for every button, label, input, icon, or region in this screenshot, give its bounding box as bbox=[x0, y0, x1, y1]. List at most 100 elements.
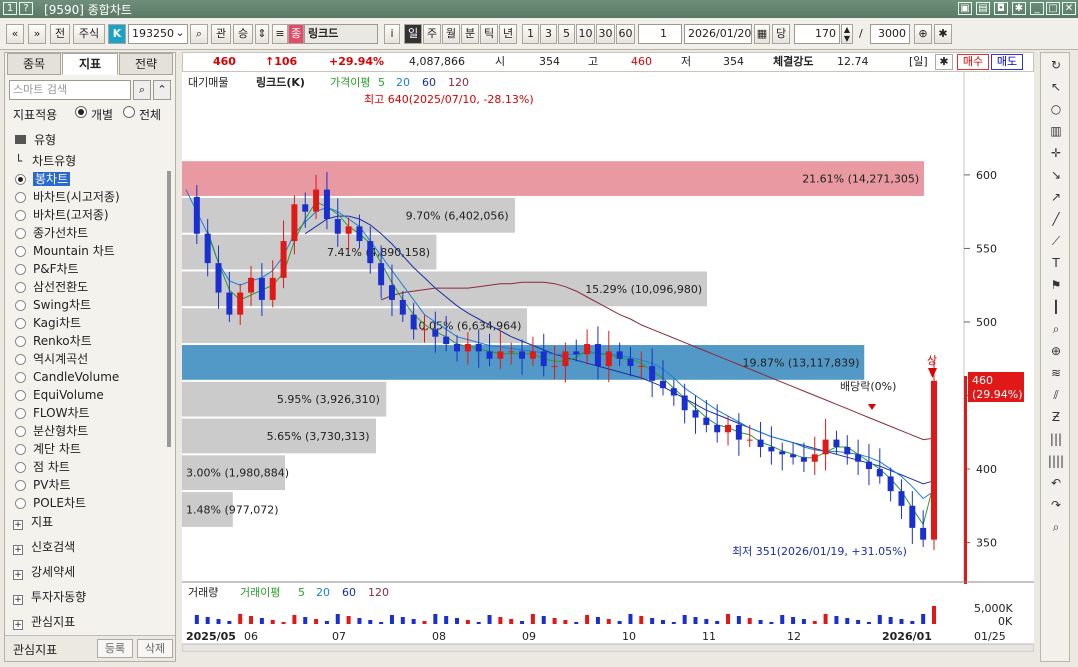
period-week-button[interactable]: 주 bbox=[423, 24, 441, 44]
search-icon[interactable]: ⌕ bbox=[133, 80, 151, 100]
chart-type-item[interactable]: PV차트 bbox=[15, 477, 71, 494]
gear-icon[interactable]: ✱ bbox=[934, 24, 952, 44]
current-button[interactable]: 당 bbox=[772, 24, 790, 44]
date-input[interactable]: 2026/01/20 bbox=[684, 24, 752, 44]
chart-type-item[interactable]: Mountain 차트 bbox=[15, 243, 115, 260]
collapse-icon[interactable]: ⌃ bbox=[153, 80, 171, 100]
radio-button[interactable] bbox=[15, 192, 26, 203]
settings-icon[interactable]: ✱ bbox=[1012, 2, 1026, 15]
refresh-icon[interactable]: ↻ bbox=[1047, 57, 1065, 73]
count-stepper-icon[interactable]: ▲ ▼ bbox=[841, 24, 853, 44]
section-favorite[interactable]: + 관심지표 bbox=[13, 613, 75, 631]
candlestick-chart[interactable]: 21.61% (14,271,305)9.70% (6,402,056)7.41… bbox=[182, 72, 1034, 652]
gear-icon[interactable]: ✱ bbox=[935, 54, 953, 70]
radio-button[interactable] bbox=[15, 264, 26, 275]
chart-tool-icon[interactable]: ▥ bbox=[1047, 123, 1065, 139]
radio-all[interactable] bbox=[123, 106, 135, 118]
pointer-icon[interactable]: ↘ bbox=[1047, 167, 1065, 183]
radio-button[interactable] bbox=[15, 300, 26, 311]
interval-1-button[interactable]: 1 bbox=[522, 24, 539, 44]
zoom-icon[interactable]: ⊕ bbox=[914, 24, 932, 44]
section-signal-search[interactable]: + 신호검색 bbox=[13, 538, 75, 556]
bars-icon[interactable]: ||| bbox=[1047, 431, 1065, 447]
period-minute-button[interactable]: 분 bbox=[461, 24, 479, 44]
camera-icon[interactable]: ◘ bbox=[994, 2, 1008, 15]
chart-type-item[interactable]: 계단 차트 bbox=[15, 441, 81, 458]
sell-button[interactable]: 매도 bbox=[991, 54, 1023, 70]
interval-30-button[interactable]: 30 bbox=[596, 24, 615, 44]
radio-button[interactable] bbox=[15, 336, 26, 347]
watch-button[interactable]: 관 bbox=[211, 24, 231, 44]
radio-button[interactable] bbox=[15, 174, 26, 185]
radio-button[interactable] bbox=[15, 354, 26, 365]
count-input[interactable]: 170 bbox=[794, 24, 840, 44]
chart-type-item[interactable]: Kagi차트 bbox=[15, 315, 81, 332]
window-menu-icon[interactable]: 1 bbox=[3, 2, 17, 15]
buy-button[interactable]: 매수 bbox=[957, 54, 989, 70]
chart-type-item[interactable]: 종가선차트 bbox=[15, 225, 88, 242]
magnifier-icon[interactable]: ⌕ bbox=[1047, 321, 1065, 337]
radio-button[interactable] bbox=[15, 444, 26, 455]
tab-indicator[interactable]: 지표 bbox=[62, 53, 118, 75]
list-icon[interactable]: ≡ bbox=[272, 24, 288, 44]
zoom-in-icon[interactable]: ⊕ bbox=[1047, 343, 1065, 359]
chart-type-item[interactable]: 점 차트 bbox=[15, 459, 70, 476]
register-button[interactable]: 등록 bbox=[97, 639, 133, 658]
stock-type-button[interactable]: 주식 bbox=[73, 24, 105, 44]
cursor-icon[interactable]: ↖ bbox=[1047, 79, 1065, 95]
radio-button[interactable] bbox=[15, 282, 26, 293]
fibonacci-icon[interactable]: ≋ bbox=[1047, 365, 1065, 381]
chart-type-item[interactable]: CandleVolume bbox=[15, 369, 119, 386]
help-icon[interactable]: ? bbox=[19, 2, 33, 15]
calendar-icon[interactable]: ▦ bbox=[754, 24, 770, 44]
chart-type-item[interactable]: EquiVolume bbox=[15, 387, 104, 404]
alert-icon[interactable]: ⚑ bbox=[1047, 277, 1065, 293]
radio-button[interactable] bbox=[15, 480, 26, 491]
interval-3-button[interactable]: 3 bbox=[540, 24, 557, 44]
zigzag-icon[interactable]: Ƶ bbox=[1047, 409, 1065, 425]
chart-type-item[interactable]: 분산형차트 bbox=[15, 423, 88, 440]
delete-button[interactable]: 삭제 bbox=[137, 639, 173, 658]
text-tool-icon[interactable]: T bbox=[1047, 255, 1065, 271]
nav-down-icon[interactable]: » bbox=[28, 24, 46, 44]
updown-arrows-icon[interactable]: ⇕ bbox=[255, 24, 269, 44]
all-market-button[interactable]: 전 bbox=[50, 24, 70, 44]
window-restore-icon[interactable]: ▣ bbox=[958, 2, 972, 15]
chart-type-item[interactable]: 바차트(시고저종) bbox=[15, 189, 120, 206]
chart-type-item[interactable]: 삼선전환도 bbox=[15, 279, 88, 296]
radio-button[interactable] bbox=[15, 426, 26, 437]
channel-icon[interactable]: ⫽ bbox=[1047, 387, 1065, 403]
undo-icon[interactable]: ↶ bbox=[1047, 475, 1065, 491]
chart-type-item[interactable]: 바차트(고저종) bbox=[15, 207, 109, 224]
chart-type-item[interactable]: POLE차트 bbox=[15, 495, 86, 511]
period-day-button[interactable]: 일 bbox=[404, 24, 422, 44]
radio-button[interactable] bbox=[15, 246, 26, 257]
kosdaq-badge[interactable]: K bbox=[108, 24, 126, 44]
radio-button[interactable] bbox=[15, 318, 26, 329]
period-year-button[interactable]: 년 bbox=[499, 24, 517, 44]
chart-type-item[interactable]: Swing차트 bbox=[15, 297, 91, 314]
radio-button[interactable] bbox=[15, 390, 26, 401]
bars-small-icon[interactable]: |||| bbox=[1047, 453, 1065, 469]
interval-input[interactable]: 1 bbox=[638, 24, 682, 44]
chart-type-item[interactable]: 역시계곡선 bbox=[15, 351, 88, 368]
chart-type-item[interactable]: P&F차트 bbox=[15, 261, 79, 278]
arrow-icon[interactable]: ↗ bbox=[1047, 189, 1065, 205]
maximize-icon[interactable]: □ bbox=[1046, 2, 1060, 15]
crosshair-icon[interactable]: ✛ bbox=[1047, 145, 1065, 161]
candle-tool-icon[interactable]: ┃ bbox=[1047, 299, 1065, 315]
period-tick-button[interactable]: 틱 bbox=[480, 24, 498, 44]
auto-line-icon[interactable]: ⟋ bbox=[1047, 233, 1065, 249]
nav-first-icon[interactable]: « bbox=[6, 24, 24, 44]
section-strength[interactable]: + 강세약세 bbox=[13, 563, 75, 581]
info-button[interactable]: i bbox=[384, 24, 400, 44]
tab-strategy[interactable]: 전략 bbox=[119, 53, 173, 75]
save-icon[interactable]: ▤ bbox=[976, 2, 990, 15]
radio-button[interactable] bbox=[15, 228, 26, 239]
section-investor-trend[interactable]: + 투자자동향 bbox=[13, 588, 86, 606]
max-count-input[interactable]: 3000 bbox=[870, 24, 910, 44]
redo-icon[interactable]: ↷ bbox=[1047, 497, 1065, 513]
interval-5-button[interactable]: 5 bbox=[558, 24, 575, 44]
close-icon[interactable]: ✕ bbox=[1062, 2, 1076, 15]
rise-button[interactable]: 승 bbox=[233, 24, 253, 44]
